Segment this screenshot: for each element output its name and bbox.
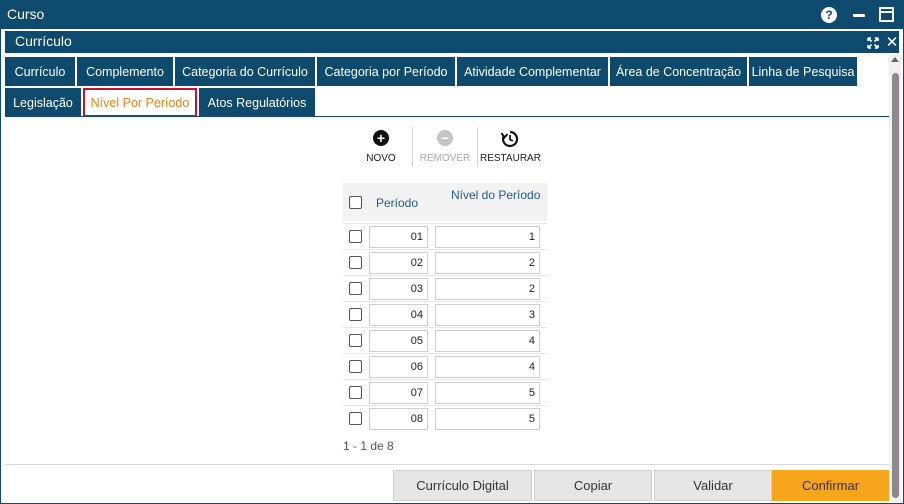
periodo-cell[interactable]: 05 xyxy=(369,330,428,352)
tabs-row-2: Legislação Nível Por Período Atos Regula… xyxy=(5,88,317,117)
tab-complemento[interactable]: Complemento xyxy=(77,57,173,86)
novo-label: NOVO xyxy=(366,153,396,164)
panel-titlebar: Currículo ✕ xyxy=(5,31,899,53)
periodo-cell[interactable]: 02 xyxy=(369,252,428,274)
row-checkbox[interactable] xyxy=(349,230,362,243)
tab-categoria-por-periodo[interactable]: Categoria por Período xyxy=(317,57,455,86)
remove-icon: − xyxy=(437,130,453,146)
row-checkbox[interactable] xyxy=(349,334,362,347)
table-row: 05 4 xyxy=(343,327,547,353)
periodo-cell[interactable]: 04 xyxy=(369,304,428,326)
table-row: 04 3 xyxy=(343,301,547,327)
periodo-cell[interactable]: 01 xyxy=(369,226,428,248)
periodo-cell[interactable]: 06 xyxy=(369,356,428,378)
nivel-cell[interactable]: 2 xyxy=(435,278,540,300)
scrollbar-thumb[interactable] xyxy=(892,73,899,498)
periodo-cell[interactable]: 03 xyxy=(369,278,428,300)
tab-area-de-concentracao[interactable]: Área de Concentração xyxy=(610,57,747,86)
pager-info: 1 - 1 de 8 xyxy=(343,439,394,453)
minimize-icon[interactable] xyxy=(853,14,865,17)
header-nivel-periodo[interactable]: Nível do Período xyxy=(451,188,540,202)
periodo-cell[interactable]: 08 xyxy=(369,408,428,430)
footer-divider xyxy=(5,464,889,465)
tab-atos-regulatorios[interactable]: Atos Regulatórios xyxy=(199,88,315,117)
tab-linha-de-pesquisa[interactable]: Linha de Pesquisa xyxy=(749,57,857,86)
expand-icon[interactable] xyxy=(867,37,879,49)
nivel-cell[interactable]: 4 xyxy=(435,330,540,352)
table-row: 02 2 xyxy=(343,249,547,275)
table-row: 06 4 xyxy=(343,353,547,379)
validar-button[interactable]: Validar xyxy=(654,470,772,501)
row-checkbox[interactable] xyxy=(349,412,362,425)
nivel-cell[interactable]: 4 xyxy=(435,356,540,378)
nivel-cell[interactable]: 5 xyxy=(435,382,540,404)
nivel-cell[interactable]: 2 xyxy=(435,252,540,274)
tab-nivel-por-periodo[interactable]: Nível Por Período xyxy=(83,88,197,117)
novo-button[interactable]: + NOVO xyxy=(351,128,411,168)
row-checkbox[interactable] xyxy=(349,256,362,269)
select-all-checkbox[interactable] xyxy=(349,196,362,209)
nivel-cell[interactable]: 5 xyxy=(435,408,540,430)
curso-window: Curso ? Currículo ✕ Currículo Complement… xyxy=(0,0,904,504)
remover-button[interactable]: − REMOVER xyxy=(415,128,475,168)
add-icon: + xyxy=(373,130,389,146)
table-row: 01 1 xyxy=(343,223,547,249)
window-titlebar: Curso ? xyxy=(1,1,903,29)
row-checkbox[interactable] xyxy=(349,308,362,321)
toolbar-separator xyxy=(477,127,478,167)
nivel-cell[interactable]: 1 xyxy=(435,226,540,248)
tab-underline xyxy=(5,116,889,117)
maximize-icon[interactable] xyxy=(879,7,894,22)
remover-label: REMOVER xyxy=(419,153,471,164)
panel-title: Currículo xyxy=(15,33,72,49)
scroll-up-icon[interactable] xyxy=(891,57,899,62)
table-row: 08 5 xyxy=(343,405,547,431)
nivel-periodo-grid: Período Nível do Período 01 1 02 2 03 2 … xyxy=(343,183,547,431)
tab-atividade-complementar[interactable]: Atividade Complementar xyxy=(457,57,608,86)
tabs-row-1: Currículo Complemento Categoria do Currí… xyxy=(5,57,859,86)
nivel-cell[interactable]: 3 xyxy=(435,304,540,326)
toolbar-separator xyxy=(412,127,413,167)
periodo-cell[interactable]: 07 xyxy=(369,382,428,404)
header-periodo[interactable]: Período xyxy=(376,196,418,210)
confirmar-button[interactable]: Confirmar xyxy=(772,470,889,501)
table-row: 03 2 xyxy=(343,275,547,301)
row-checkbox[interactable] xyxy=(349,386,362,399)
grid-header: Período Nível do Período xyxy=(343,183,547,221)
help-icon[interactable]: ? xyxy=(821,7,837,23)
curriculo-digital-button[interactable]: Currículo Digital xyxy=(393,470,532,501)
tab-curriculo[interactable]: Currículo xyxy=(5,57,75,86)
table-row: 07 5 xyxy=(343,379,547,405)
tab-legislacao[interactable]: Legislação xyxy=(5,88,81,117)
restaurar-button[interactable]: RESTAURAR xyxy=(480,128,541,168)
close-icon[interactable]: ✕ xyxy=(885,34,899,51)
copiar-button[interactable]: Copiar xyxy=(534,470,652,501)
restaurar-label: RESTAURAR xyxy=(480,153,541,164)
restore-icon xyxy=(500,129,520,149)
window-title: Curso xyxy=(7,6,45,22)
row-checkbox[interactable] xyxy=(349,360,362,373)
tab-categoria-do-curriculo[interactable]: Categoria do Currículo xyxy=(175,57,315,86)
row-checkbox[interactable] xyxy=(349,282,362,295)
